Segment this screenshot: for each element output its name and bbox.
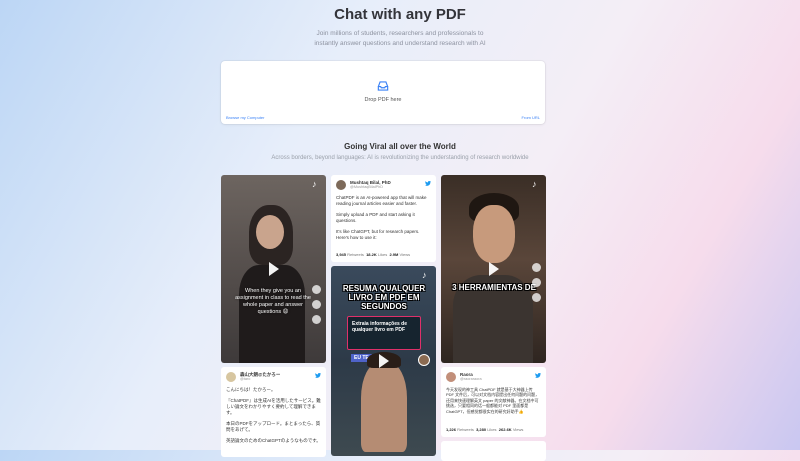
- tweet-paragraph: 今天发现的神工具 ChatPDF 就是基于大神器上传 PDF 文件后，可以对文档…: [446, 387, 540, 414]
- tweet-body: こんにちは！たかろー。 『ChatPDF』は生成AIを活用したサービス。難しい論…: [226, 387, 321, 444]
- tweet-card-2[interactable]: 森山大朗@たかろー @taro こんにちは！たかろー。 『ChatPDF』は生成…: [221, 367, 326, 457]
- tweet-paragraph: 本日のPDFをアップロード。まとまったら、質問をあげて。: [226, 421, 321, 432]
- pdf-drop-zone[interactable]: Drop PDF here Browse my Computer From UR…: [221, 61, 545, 124]
- play-icon[interactable]: [379, 354, 389, 368]
- retweet-count: 3,945: [336, 252, 347, 257]
- video-side-actions: [312, 285, 322, 330]
- video-title-text: RESUMA QUALQUER LIVRO EM PDF EM SEGUNDOS: [342, 284, 426, 311]
- viral-subtitle: Across borders, beyond languages: AI is …: [271, 155, 529, 161]
- comment-icon[interactable]: [312, 300, 321, 309]
- tweet-stats: 3,945 Retweets 18.2K Likes 2.9M Views: [336, 252, 410, 257]
- face-shape: [256, 215, 284, 249]
- retweet-label: Retweets: [457, 427, 474, 432]
- view-count: 262.6K: [498, 427, 512, 432]
- tweet-body: ChatPDF is an AI-powered app that will m…: [336, 195, 431, 241]
- tweet-card-3[interactable]: Raora @raoraraora 今天发现的神工具 ChatPDF 就是基于大…: [441, 367, 546, 437]
- play-icon[interactable]: [489, 262, 499, 276]
- like-count: 18.2K: [366, 252, 377, 257]
- tiktok-icon: ♪: [312, 179, 317, 189]
- tweet-paragraph: ChatPDF is an AI-powered app that will m…: [336, 195, 427, 206]
- tweet-paragraph: Simply upload a PDF and start asking it …: [336, 212, 415, 223]
- video-side-actions: [532, 263, 542, 308]
- tweet-stats: 1,226 Retweets 3,280 Likes 262.6K Views: [446, 427, 523, 432]
- share-icon[interactable]: [532, 293, 541, 302]
- from-url-link[interactable]: From URL: [522, 115, 540, 120]
- view-label: Views: [512, 427, 524, 432]
- tiktok-video-1[interactable]: ♪ When they give you an assignment in cl…: [221, 175, 326, 363]
- viral-title: Going Viral all over the World: [344, 142, 456, 151]
- retweet-label: Retweets: [347, 252, 364, 257]
- view-label: Views: [399, 252, 411, 257]
- tweet-paragraph: 英語論文のためのChatGPTのようなものです。: [226, 438, 321, 443]
- like-count: 3,280: [476, 427, 487, 432]
- retweet-count: 1,226: [446, 427, 457, 432]
- face-shape: [473, 205, 515, 263]
- tweet-author-handle: @taro: [240, 377, 251, 381]
- browse-computer-link[interactable]: Browse my Computer: [226, 115, 264, 120]
- tweet-header: Mushtaq Bilal, PhD @MushtaqBilalPhD: [336, 180, 391, 190]
- tweet-author-handle: @raoraraora: [460, 377, 482, 381]
- page-title: Chat with any PDF: [334, 6, 466, 23]
- video-box-text: Extraia informações de qualquer livro em…: [352, 321, 408, 333]
- like-icon[interactable]: [532, 263, 541, 272]
- tweet-body: 今天发现的神工具 ChatPDF 就是基于大神器上传 PDF 文件后，可以对文档…: [446, 387, 541, 414]
- tiktok-icon: ♪: [532, 179, 537, 189]
- tweet-paragraph: It's like ChatGPT, but for research pape…: [336, 229, 420, 240]
- like-label: Likes: [487, 427, 497, 432]
- tiktok-video-3[interactable]: ♪ 3 HERRAMIENTAS DE: [441, 175, 546, 363]
- view-count: 2.9M: [389, 252, 399, 257]
- hero-subtitle-line1: Join millions of students, researchers a…: [316, 30, 484, 37]
- twitter-icon: [425, 181, 431, 186]
- avatar: [446, 372, 456, 382]
- avatar: [336, 180, 346, 190]
- tweet-card-1[interactable]: Mushtaq Bilal, PhD @MushtaqBilalPhD Chat…: [331, 175, 436, 262]
- inbox-icon: [377, 81, 389, 91]
- hero-subtitle: Join millions of students, researchers a…: [250, 29, 550, 49]
- video-title-text: 3 HERRAMIENTAS DE: [452, 283, 536, 292]
- tweet-header: 森山大朗@たかろー @taro: [226, 372, 280, 382]
- video-info-box: Extraia informações de qualquer livro em…: [347, 316, 421, 350]
- like-icon[interactable]: [312, 285, 321, 294]
- drop-pdf-label: Drop PDF here: [364, 97, 402, 103]
- avatar: [226, 372, 236, 382]
- tweet-header: Raora @raoraraora: [446, 372, 482, 382]
- tweet-author-handle: @MushtaqBilalPhD: [350, 185, 383, 189]
- video-caption: When they give you an assignment in clas…: [235, 288, 311, 315]
- tweet-paragraph: 『ChatPDF』は生成AIを活用したサービス。難しい論文をわかりやすく要約して…: [226, 398, 321, 415]
- tiktok-video-2[interactable]: ♪ RESUMA QUALQUER LIVRO EM PDF EM SEGUND…: [331, 266, 436, 456]
- tiktok-icon: ♪: [422, 270, 427, 280]
- avatar[interactable]: [418, 354, 430, 366]
- twitter-icon: [535, 373, 541, 378]
- twitter-icon: [315, 373, 321, 378]
- tweet-card-4[interactable]: [441, 441, 546, 461]
- play-icon[interactable]: [269, 262, 279, 276]
- share-icon[interactable]: [312, 315, 321, 324]
- comment-icon[interactable]: [532, 278, 541, 287]
- like-label: Likes: [377, 252, 388, 257]
- hero-subtitle-line2: instantly answer questions and understan…: [314, 40, 486, 47]
- person-silhouette: [361, 362, 407, 452]
